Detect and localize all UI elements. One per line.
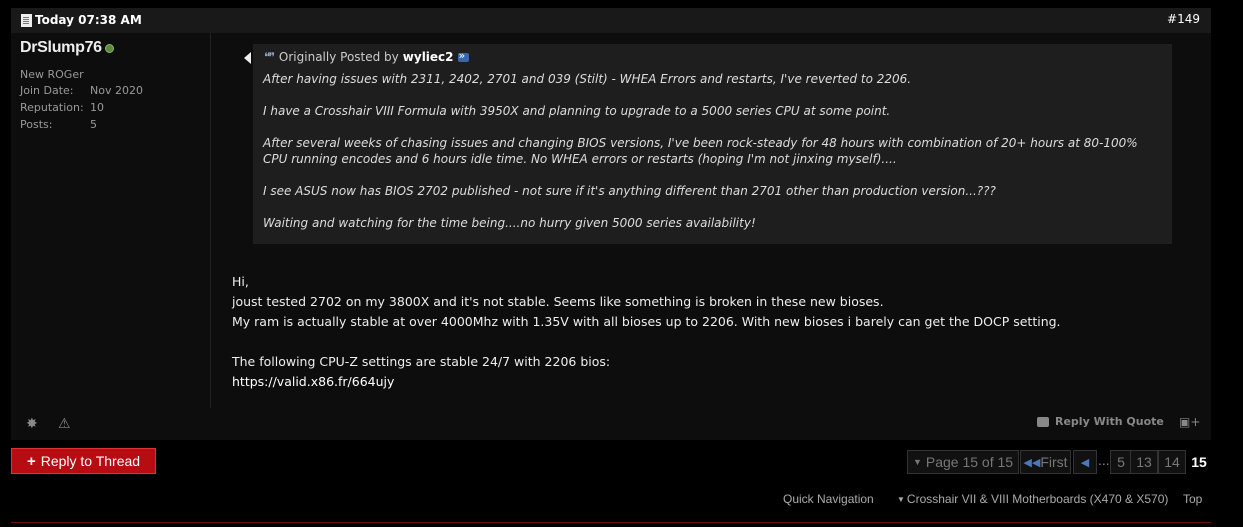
message-line: Hi, bbox=[232, 274, 249, 289]
quote-paragraph: After having issues with 2311, 2402, 270… bbox=[263, 72, 912, 86]
reply-with-quote-button[interactable]: Reply With Quote bbox=[1037, 415, 1164, 428]
reply-to-thread-label: Reply to Thread bbox=[40, 453, 141, 469]
quote-header: ❝❞ Originally Posted by wyliec2 bbox=[264, 49, 469, 64]
page-link[interactable]: 13 bbox=[1130, 450, 1158, 474]
page-link[interactable]: 5 bbox=[1110, 450, 1132, 474]
online-status-icon bbox=[104, 43, 114, 53]
current-page: 15 bbox=[1186, 450, 1212, 474]
quote-paragraph: Waiting and watching for the time being.… bbox=[263, 216, 756, 230]
post-footer: ✸ ⚠ Reply With Quote ▣+ bbox=[11, 408, 1211, 440]
pagination-ellipsis: ... bbox=[1098, 452, 1110, 468]
stat-reputation: Reputation: 10 bbox=[20, 101, 143, 118]
stat-posts: Posts: 5 bbox=[20, 118, 143, 135]
user-stats: Join Date: Nov 2020 Reputation: 10 Posts… bbox=[20, 84, 143, 135]
stat-label: Reputation: bbox=[20, 101, 84, 114]
username[interactable]: DrSlump76 bbox=[20, 39, 102, 57]
chevron-down-icon: ▼ bbox=[897, 494, 905, 504]
quote-paragraph: I see ASUS now has BIOS 2702 published -… bbox=[263, 184, 996, 198]
bottom-divider bbox=[11, 522, 1211, 523]
plus-icon: + bbox=[26, 452, 36, 470]
post-date-text: Today 07:38 AM bbox=[35, 13, 142, 27]
stat-value: 10 bbox=[90, 101, 104, 114]
page-info-dropdown[interactable]: ▼ Page 15 of 15 bbox=[907, 450, 1019, 474]
double-left-arrow-icon: ◀◀ bbox=[1023, 456, 1041, 469]
reply-to-thread-button[interactable]: + Reply to Thread bbox=[11, 448, 156, 474]
post: Today 07:38 AM #149 DrSlump76 New ROGer … bbox=[11, 8, 1211, 440]
quote-icon: ❝❞ bbox=[264, 50, 275, 64]
message-line: The following CPU-Z settings are stable … bbox=[232, 354, 611, 369]
first-label: First bbox=[1040, 454, 1068, 470]
first-page-link[interactable]: ◀◀ First bbox=[1020, 450, 1071, 474]
quote-body: After having issues with 2311, 2402, 270… bbox=[263, 71, 1158, 247]
user-title: New ROGer bbox=[20, 68, 84, 81]
quote-arrow-icon bbox=[244, 52, 251, 64]
post-header: Today 07:38 AM #149 bbox=[11, 8, 1211, 33]
forum-name: Crosshair VII & VIII Motherboards (X470 … bbox=[906, 492, 1169, 506]
stat-label: Posts: bbox=[20, 118, 53, 131]
message-body: Hi, joust tested 2702 on my 3800X and it… bbox=[232, 272, 1182, 392]
forum-breadcrumb-link[interactable]: ▼ Crosshair VII & VIII Motherboards (X47… bbox=[897, 492, 1168, 506]
user-info: DrSlump76 New ROGer Join Date: Nov 2020 … bbox=[11, 33, 211, 408]
stat-join-date: Join Date: Nov 2020 bbox=[20, 84, 143, 101]
star-icon[interactable]: ✸ bbox=[26, 416, 38, 432]
stat-value: 5 bbox=[90, 118, 97, 131]
message-line: My ram is actually stable at over 4000Mh… bbox=[232, 314, 1061, 329]
top-link[interactable]: Top bbox=[1183, 492, 1202, 506]
reply-with-quote-label: Reply With Quote bbox=[1055, 415, 1164, 428]
quote-author[interactable]: wyliec2 bbox=[403, 50, 454, 64]
quote-prefix: Originally Posted by bbox=[278, 50, 399, 64]
left-arrow-icon: ◀ bbox=[1080, 456, 1090, 469]
multi-quote-icon[interactable]: ▣+ bbox=[1179, 415, 1200, 429]
quick-navigation-link[interactable]: Quick Navigation bbox=[783, 492, 874, 506]
speech-bubble-icon bbox=[1037, 416, 1049, 427]
validation-link[interactable]: https://valid.x86.fr/664ujy bbox=[232, 374, 394, 389]
report-warning-icon[interactable]: ⚠ bbox=[58, 416, 71, 432]
document-icon bbox=[21, 13, 32, 27]
page-link[interactable]: 14 bbox=[1158, 450, 1186, 474]
quote-paragraph: After several weeks of chasing issues an… bbox=[263, 136, 1138, 166]
stat-value: Nov 2020 bbox=[90, 84, 143, 97]
page-info-label: Page 15 of 15 bbox=[925, 454, 1014, 470]
message-line: joust tested 2702 on my 3800X and it's n… bbox=[232, 294, 884, 309]
prev-page-link[interactable]: ◀ bbox=[1073, 450, 1097, 474]
chevron-down-icon: ▼ bbox=[912, 457, 922, 467]
post-number-link[interactable]: #149 bbox=[1167, 12, 1200, 26]
username-link[interactable]: DrSlump76 bbox=[20, 39, 114, 57]
stat-label: Join Date: bbox=[20, 84, 74, 97]
quote-paragraph: I have a Crosshair VIII Formula with 395… bbox=[263, 104, 891, 118]
post-date: Today 07:38 AM bbox=[21, 13, 142, 27]
quote-block: ❝❞ Originally Posted by wyliec2 After ha… bbox=[244, 44, 1172, 247]
view-post-icon[interactable] bbox=[457, 49, 469, 62]
